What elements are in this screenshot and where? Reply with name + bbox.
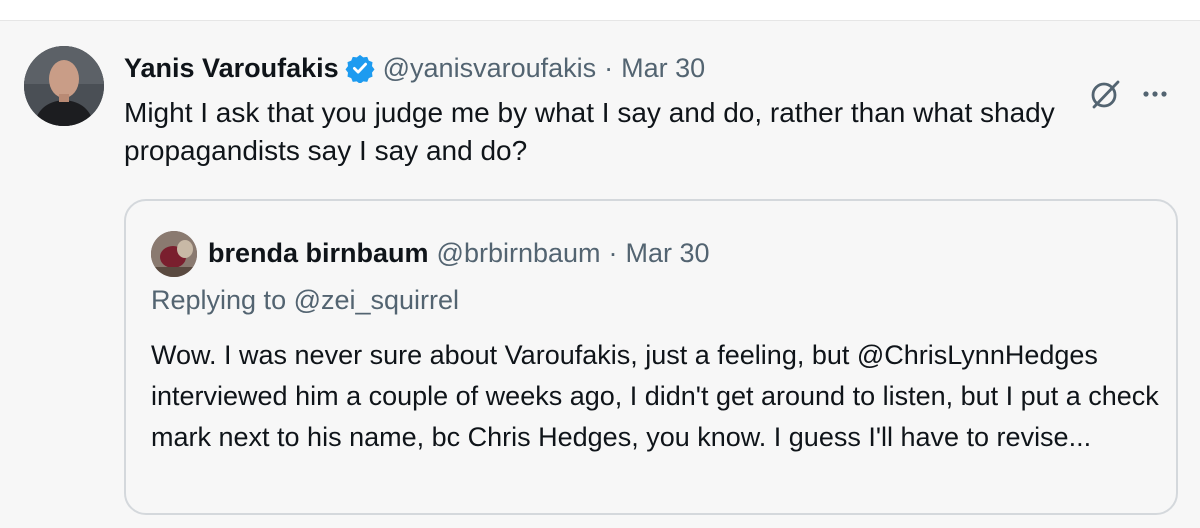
tweet[interactable]: Yanis Varoufakis @yanisvaroufakis · Mar … — [0, 21, 1200, 528]
verified-badge-icon[interactable] — [345, 53, 375, 84]
quoted-tweet-date[interactable]: Mar 30 — [626, 238, 710, 269]
tweet-header: Yanis Varoufakis @yanisvaroufakis · Mar … — [124, 51, 705, 85]
quoted-tweet-header: brenda birnbaum @brbirnbaum · Mar 30 — [208, 233, 710, 273]
quoted-author-avatar[interactable] — [151, 231, 197, 277]
tweet-date[interactable]: Mar 30 — [621, 53, 705, 84]
separator-dot: · — [608, 237, 618, 268]
separator-dot: · — [604, 52, 614, 83]
quoted-author-name[interactable]: brenda birnbaum — [208, 238, 429, 269]
quoted-tweet-card[interactable]: brenda birnbaum @brbirnbaum · Mar 30 Rep… — [124, 199, 1178, 515]
tweet-text: Might I ask that you judge me by what I … — [124, 97, 1055, 166]
replying-to-line[interactable]: Replying to @zei_squirrel — [151, 285, 459, 316]
author-name[interactable]: Yanis Varoufakis — [124, 53, 339, 84]
author-avatar[interactable] — [24, 46, 104, 126]
quoted-author-handle[interactable]: @brbirnbaum — [437, 238, 601, 269]
author-handle[interactable]: @yanisvaroufakis — [383, 53, 597, 84]
top-strip — [0, 0, 1200, 21]
quoted-tweet-text: Wow. I was never sure about Varoufakis, … — [151, 340, 1159, 452]
